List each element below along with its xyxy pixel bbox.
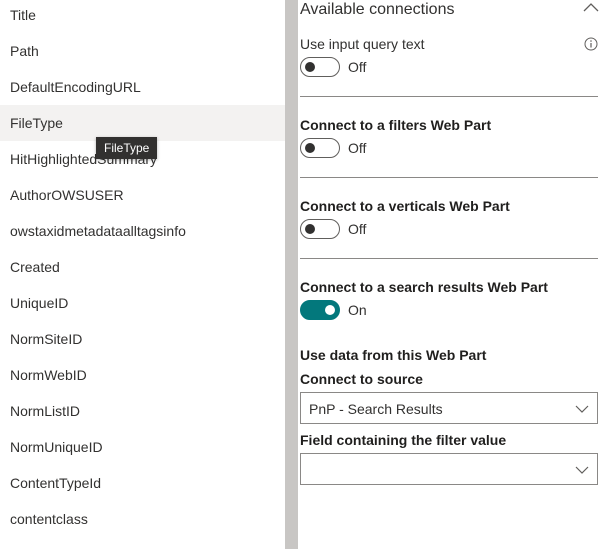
chevron-down-icon <box>575 466 589 474</box>
toggle-knob <box>305 143 315 153</box>
input-query-toggle[interactable] <box>300 57 340 77</box>
field-item-contentclass[interactable]: contentclass <box>0 501 285 537</box>
chevron-down-icon <box>575 405 589 413</box>
connections-panel: Available connections Use input query te… <box>298 0 610 549</box>
chevron-up-icon[interactable] <box>582 0 600 14</box>
field-item-uniqueid[interactable]: UniqueID <box>0 285 285 321</box>
input-query-state: Off <box>348 59 367 75</box>
section-separator <box>300 177 598 178</box>
filter-field-label: Field containing the filter value <box>300 432 507 448</box>
connections-header[interactable]: Available connections <box>300 0 454 20</box>
field-item-owstaxidmetadataalltagsinfo[interactable]: owstaxidmetadataalltagsinfo <box>0 213 285 249</box>
filters-label: Connect to a filters Web Part <box>300 117 492 133</box>
field-item-contenttypeid[interactable]: ContentTypeId <box>0 465 285 501</box>
field-item-normsiteid[interactable]: NormSiteID <box>0 321 285 357</box>
field-item-normuniqueid[interactable]: NormUniqueID <box>0 429 285 465</box>
verticals-state: Off <box>348 221 367 237</box>
section-separator <box>300 96 598 97</box>
input-query-label: Use input query text <box>300 36 425 52</box>
field-list-panel: Title Path DefaultEncodingURL FileType H… <box>0 0 285 549</box>
search-results-state: On <box>348 302 367 318</box>
toggle-knob <box>305 224 315 234</box>
panel-divider[interactable] <box>285 0 298 549</box>
search-results-label: Connect to a search results Web Part <box>300 279 548 295</box>
use-data-label: Use data from this Web Part <box>300 347 487 363</box>
source-dropdown[interactable]: PnP - Search Results <box>300 392 598 424</box>
toggle-knob <box>305 62 315 72</box>
filters-state: Off <box>348 140 367 156</box>
field-item-defaultencodingurl[interactable]: DefaultEncodingURL <box>0 69 285 105</box>
field-item-authorowsuser[interactable]: AuthorOWSUSER <box>0 177 285 213</box>
search-results-toggle[interactable] <box>300 300 340 320</box>
verticals-toggle[interactable] <box>300 219 340 239</box>
verticals-label: Connect to a verticals Web Part <box>300 198 510 214</box>
field-item-normwebid[interactable]: NormWebID <box>0 357 285 393</box>
toggle-knob <box>325 305 335 315</box>
field-item-path[interactable]: Path <box>0 33 285 69</box>
filter-field-dropdown[interactable] <box>300 453 598 485</box>
field-item-created[interactable]: Created <box>0 249 285 285</box>
source-label: Connect to source <box>300 371 423 387</box>
field-item-filetype[interactable]: FileType <box>0 105 285 141</box>
source-dropdown-value: PnP - Search Results <box>309 401 443 417</box>
section-separator <box>300 258 598 259</box>
field-tooltip: FileType <box>96 137 158 159</box>
field-item-normlistid[interactable]: NormListID <box>0 393 285 429</box>
info-icon[interactable] <box>584 37 598 51</box>
field-item-title[interactable]: Title <box>0 0 285 33</box>
filters-toggle[interactable] <box>300 138 340 158</box>
